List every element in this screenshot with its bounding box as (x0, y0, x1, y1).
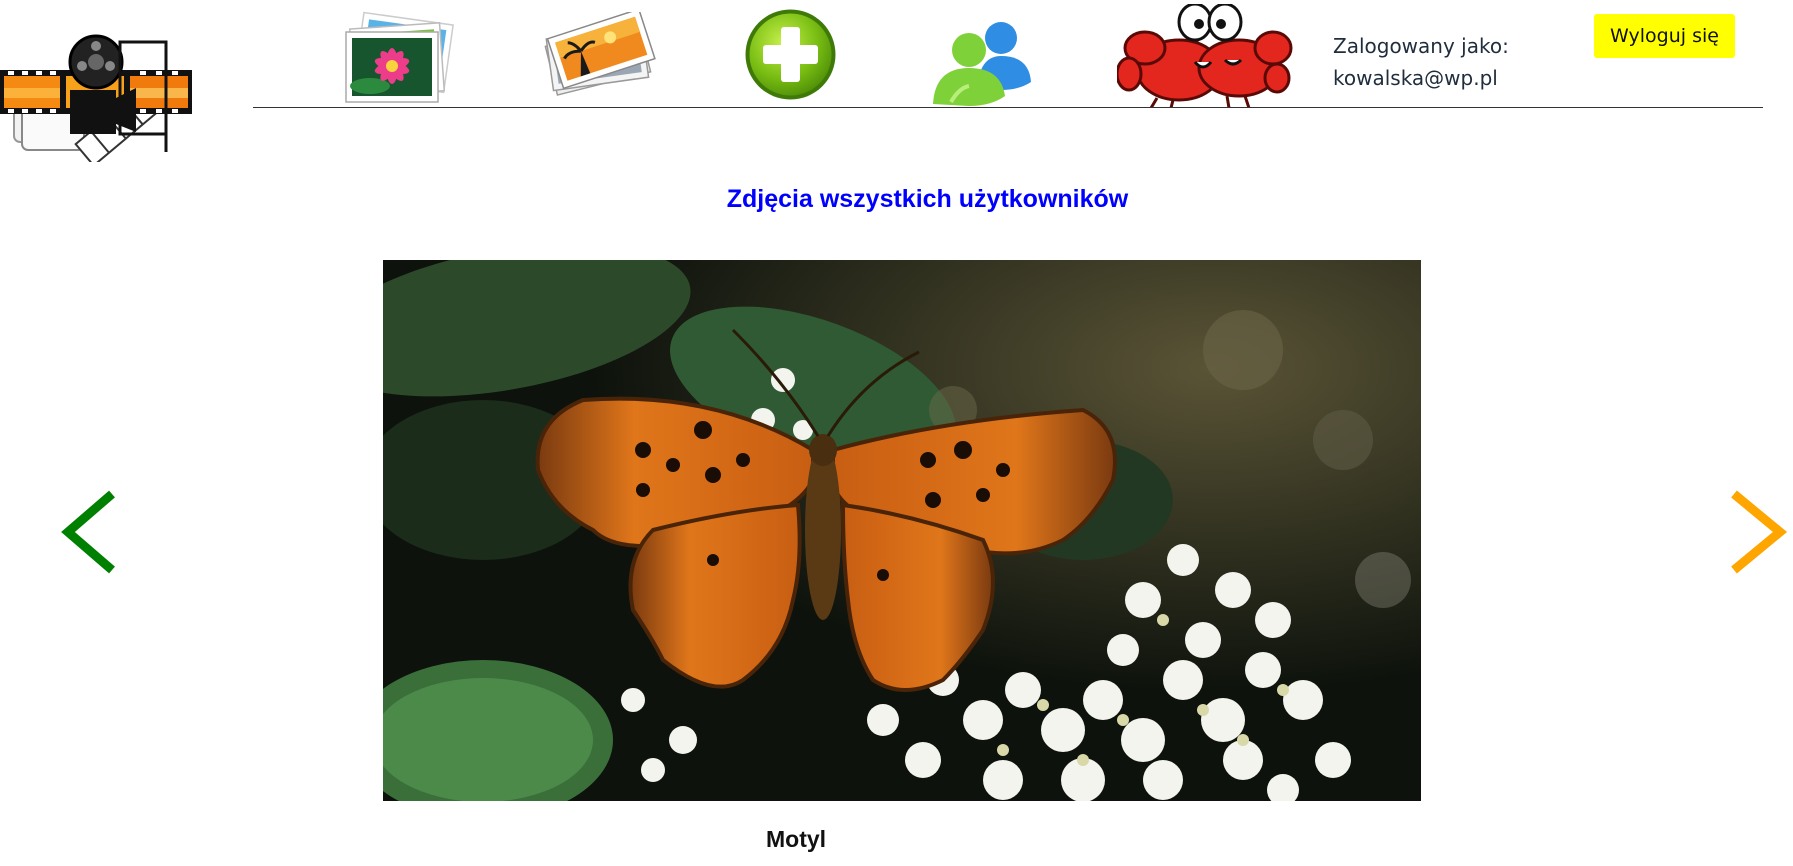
logged-in-email: kowalska@wp.pl (1333, 66, 1498, 90)
photos-icon[interactable] (535, 12, 661, 98)
logout-button[interactable]: Wyloguj się (1594, 14, 1735, 58)
header-divider (253, 107, 1763, 108)
crabs-icon[interactable] (1117, 4, 1293, 108)
film-projector-logo-icon[interactable] (0, 32, 192, 167)
photo-butterfly[interactable] (383, 260, 1421, 801)
photo-caption: Motyl (766, 826, 827, 852)
logged-in-user-info: Zalogowany jako: kowalska@wp.pl (1333, 30, 1509, 94)
gallery-icon[interactable] (340, 8, 455, 104)
users-icon[interactable] (929, 16, 1034, 106)
add-icon[interactable] (743, 7, 838, 102)
page-title: Zdjęcia wszystkich użytkowników (726, 185, 1129, 213)
page: Zalogowany jako: kowalska@wp.pl Wyloguj … (0, 0, 1793, 866)
logged-in-label: Zalogowany jako: (1333, 34, 1509, 58)
chevron-left-icon[interactable] (58, 490, 118, 574)
chevron-right-icon[interactable] (1728, 490, 1790, 574)
